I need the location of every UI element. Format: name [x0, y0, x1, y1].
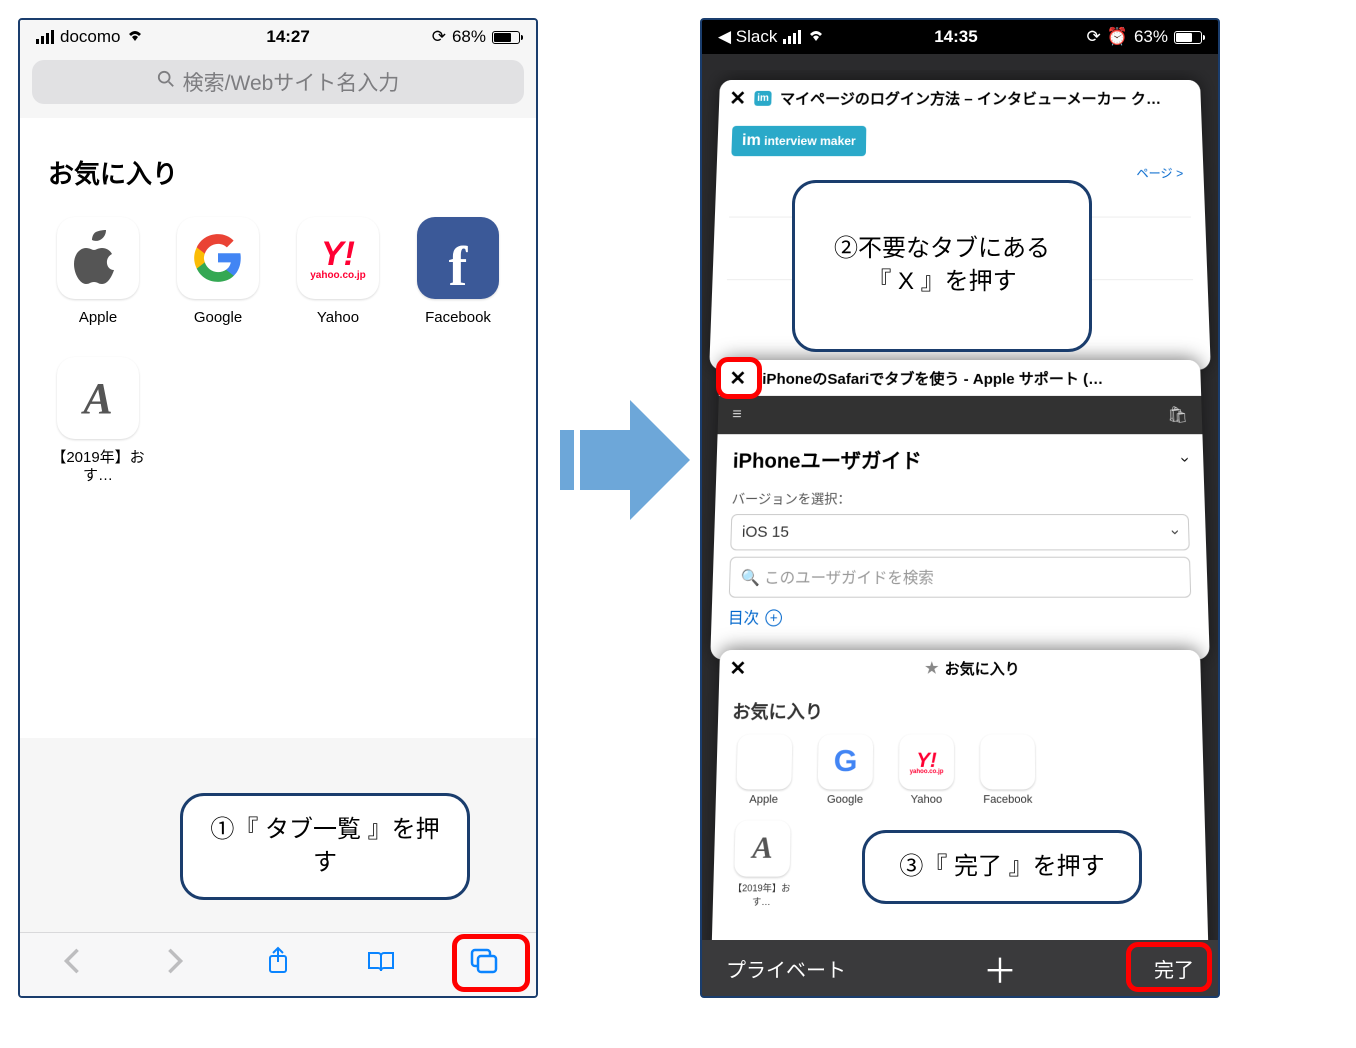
favorite-label: Apple [79, 309, 117, 327]
rotation-lock-icon: ⟳ [1087, 27, 1101, 47]
guide-title: iPhoneユーザガイド [733, 444, 922, 474]
bookmarks-button[interactable] [356, 947, 406, 982]
tab-title: iPhoneのSafariでタブを使う - Apple サポート (… [762, 367, 1103, 388]
generic-site-icon: A [734, 820, 791, 876]
carrier-label: docomo [60, 27, 120, 47]
favorite-facebook[interactable]: f Facebook [408, 217, 508, 327]
favorites-section: お気に入り Apple Google Y! yahoo.co.jp Yah [20, 118, 536, 738]
forward-button[interactable] [150, 947, 200, 982]
private-button[interactable]: プライベート [726, 954, 846, 983]
share-button[interactable] [253, 946, 303, 983]
clock: 14:27 [266, 27, 309, 47]
wifi-icon [807, 27, 825, 47]
favorites-grid: Apple Google Y! yahoo.co.jp Yahoo f Face… [48, 217, 508, 485]
google-icon: G [818, 734, 873, 789]
highlight-tabs-button [452, 934, 530, 992]
wifi-icon [126, 27, 144, 47]
guide-search[interactable]: 🔍 このユーザガイドを検索 [729, 557, 1192, 598]
favorite-yahoo[interactable]: Y!yahoo.co.jpYahoo [893, 734, 960, 806]
arrow-icon [560, 380, 690, 540]
back-to-app[interactable]: ◀ Slack [718, 27, 777, 47]
yahoo-icon: Y!yahoo.co.jp [899, 734, 954, 789]
close-tab-button[interactable]: ✕ [729, 655, 746, 680]
apple-nav: ≡ 🛍 [718, 396, 1203, 434]
toc-link[interactable]: 目次 + [728, 606, 1192, 628]
favorite-google[interactable]: Google [168, 217, 268, 327]
battery-percent: 68% [452, 27, 486, 47]
star-icon: ★ [925, 659, 939, 677]
highlight-close-x [716, 357, 762, 399]
generic-site-icon: A [57, 357, 139, 439]
favorites-heading: お気に入り [48, 154, 508, 191]
callout-step1: ①『 タブ一覧 』を押す [180, 793, 470, 900]
favorite-label: Google [194, 309, 242, 327]
im-logo: im interview maker [731, 126, 866, 156]
signal-icon [36, 30, 54, 44]
search-icon: 🔍 [740, 569, 760, 587]
plus-circle-icon: + [765, 609, 782, 626]
tab-header: ✕ ★ お気に入り [719, 650, 1201, 686]
bag-icon: 🛍 [1167, 405, 1188, 425]
highlight-done-button [1126, 942, 1212, 992]
battery-icon [1174, 31, 1202, 44]
signal-icon [783, 30, 801, 44]
favorite-google[interactable]: GGoogle [811, 734, 879, 806]
close-tab-button[interactable]: ✕ [729, 85, 747, 110]
battery-percent: 63% [1134, 27, 1168, 47]
tab-header: ✕ im マイページのログイン方法 – インタビューメーカー ク… [719, 80, 1202, 116]
phone-safari-start: docomo 14:27 ⟳ 68% 検索/Webサイト名入力 お気に入り Ap… [18, 18, 538, 998]
menu-icon: ≡ [732, 406, 742, 424]
battery-icon [492, 31, 520, 44]
google-icon [177, 217, 259, 299]
status-bar: docomo 14:27 ⟳ 68% [20, 20, 536, 54]
favorite-apple[interactable]: Apple [730, 734, 799, 806]
favorite-yahoo[interactable]: Y! yahoo.co.jp Yahoo [288, 217, 388, 327]
tab-title: お気に入り [945, 657, 1020, 678]
back-button[interactable] [47, 947, 97, 982]
search-icon [157, 70, 175, 94]
yahoo-icon: Y! yahoo.co.jp [297, 217, 379, 299]
rotation-lock-icon: ⟳ [432, 27, 446, 47]
clock: 14:35 [934, 27, 977, 47]
version-label: バージョンを選択： [731, 488, 1188, 508]
favorite-facebook[interactable]: fFacebook [974, 734, 1041, 806]
apple-icon [57, 217, 139, 299]
version-select[interactable]: iOS 15› [730, 514, 1190, 550]
tab-card-2[interactable]: ✕ iPhoneのSafariでタブを使う - Apple サポート (… ≡ … [710, 360, 1210, 660]
favorite-apple[interactable]: Apple [48, 217, 148, 327]
callout-step3: ③『 完了 』を押す [862, 830, 1142, 904]
favorites-heading: お気に入り [732, 698, 1188, 724]
alarm-icon: ⏰ [1107, 27, 1128, 47]
facebook-icon: f [980, 734, 1035, 789]
tab-favicon: im [754, 90, 772, 105]
favorite-2019[interactable]: A 【2019年】おす… [48, 357, 148, 485]
tab-header: ✕ iPhoneのSafariでタブを使う - Apple サポート (… [719, 360, 1201, 396]
favorites-grid: Apple GGoogle Y!yahoo.co.jpYahoo fFacebo… [730, 734, 1190, 806]
callout-step2: ②不要なタブにある 『 X 』を押す [792, 180, 1092, 352]
apple-icon [736, 734, 792, 789]
phone-safari-tabs: ◀ Slack 14:35 ⟳ ⏰ 63% ✕ im マイページのログイン方法 … [700, 18, 1220, 998]
tab-title: マイページのログイン方法 – インタビューメーカー ク… [780, 87, 1162, 108]
favorite-label: Yahoo [317, 309, 359, 327]
facebook-icon: f [417, 217, 499, 299]
new-tab-button[interactable]: ＋ [983, 944, 1017, 993]
address-placeholder: 検索/Webサイト名入力 [183, 67, 400, 97]
favorite-label: Facebook [425, 309, 491, 327]
favorite-2019[interactable]: A【2019年】おす… [727, 820, 797, 908]
tab-preview: ≡ 🛍 iPhoneユーザガイド › バージョンを選択： iOS 15› 🔍 [711, 396, 1209, 639]
favorite-label: 【2019年】おす… [48, 449, 148, 485]
address-bar[interactable]: 検索/Webサイト名入力 [32, 60, 524, 104]
chevron-down-icon[interactable]: › [1175, 456, 1193, 461]
status-bar: ◀ Slack 14:35 ⟳ ⏰ 63% [702, 20, 1218, 54]
